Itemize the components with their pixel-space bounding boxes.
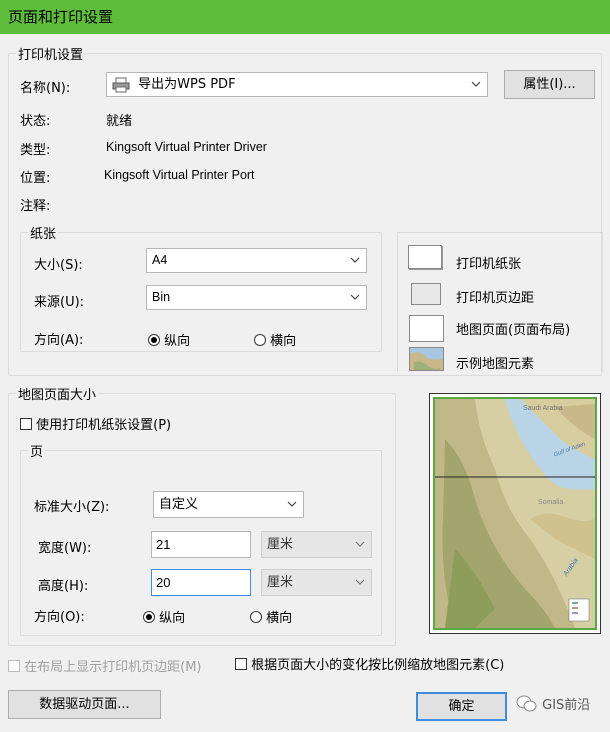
paper-source-value: Bin bbox=[152, 290, 171, 304]
ok-button[interactable]: 确定 bbox=[416, 692, 507, 721]
preview-map: Saudi Arabia Gulf of Aden Somalia Arabia bbox=[433, 397, 597, 630]
map-page-swatch bbox=[409, 315, 444, 342]
paper-orientation-label: 方向(A): bbox=[34, 333, 84, 348]
location-label: 位置: bbox=[20, 171, 51, 186]
paper-portrait-label: 纵向 bbox=[164, 334, 191, 349]
printer-margin-swatch bbox=[411, 283, 441, 305]
show-margins-checkbox[interactable]: 在布局上显示打印机页边距(M) bbox=[8, 656, 202, 675]
map-portrait-label: 纵向 bbox=[159, 611, 186, 626]
map-orientation-label: 方向(O): bbox=[34, 610, 85, 625]
width-input[interactable]: 21 bbox=[151, 531, 251, 558]
printer-icon bbox=[112, 77, 130, 93]
window-title: 页面和打印设置 bbox=[8, 8, 114, 26]
map-page-size-legend: 地图页面大小 bbox=[16, 384, 99, 403]
standard-size-label: 标准大小(Z): bbox=[34, 500, 110, 515]
legend-map-page-label: 地图页面(页面布局) bbox=[456, 323, 571, 338]
paper-size-label: 大小(S): bbox=[34, 258, 83, 273]
preview-label-saudi-arabia: Saudi Arabia bbox=[523, 405, 563, 412]
radio-button[interactable] bbox=[250, 611, 262, 623]
type-label: 类型: bbox=[20, 143, 51, 158]
chevron-down-icon bbox=[355, 532, 365, 566]
radio-button[interactable] bbox=[143, 611, 155, 623]
preview-label-somalia: Somalia bbox=[538, 499, 564, 506]
map-landscape-label: 横向 bbox=[266, 611, 293, 626]
legend-sample-map-label: 示例地图元素 bbox=[456, 357, 535, 372]
radio-button[interactable] bbox=[148, 334, 160, 346]
wechat-icon bbox=[516, 695, 538, 717]
checkbox[interactable] bbox=[8, 660, 20, 672]
width-unit-dropdown[interactable]: 厘米 bbox=[261, 531, 372, 558]
map-landscape-radio[interactable]: 横向 bbox=[250, 607, 292, 626]
printer-setup-legend: 打印机设置 bbox=[16, 44, 86, 63]
paper-portrait-radio[interactable]: 纵向 bbox=[148, 330, 190, 349]
paper-legend: 纸张 bbox=[28, 223, 59, 242]
use-printer-paper-label: 使用打印机纸张设置(P) bbox=[36, 418, 172, 433]
paper-landscape-radio[interactable]: 横向 bbox=[254, 330, 296, 349]
data-driven-pages-button[interactable]: 数据驱动页面... bbox=[8, 690, 161, 719]
watermark-text: GIS前沿 bbox=[542, 698, 591, 713]
height-input[interactable]: 20 bbox=[151, 569, 251, 596]
sample-map-swatch bbox=[409, 347, 444, 371]
type-value: Kingsoft Virtual Printer Driver bbox=[106, 140, 267, 154]
chevron-down-icon bbox=[287, 492, 297, 515]
printer-name-value: 导出为WPS PDF bbox=[138, 77, 236, 92]
show-margins-label: 在布局上显示打印机页边距(M) bbox=[24, 660, 202, 675]
paper-source-label: 来源(U): bbox=[34, 295, 85, 310]
properties-button[interactable]: 属性(I)... bbox=[504, 70, 595, 99]
standard-size-dropdown[interactable]: 自定义 bbox=[153, 491, 304, 518]
legend-printer-margin-label: 打印机页边距 bbox=[456, 291, 535, 306]
page-preview: Saudi Arabia Gulf of Aden Somalia Arabia bbox=[429, 393, 601, 634]
comment-label: 注释: bbox=[20, 199, 51, 214]
paper-landscape-label: 横向 bbox=[270, 334, 297, 349]
chevron-down-icon bbox=[350, 286, 360, 309]
checkbox[interactable] bbox=[235, 658, 247, 670]
chevron-down-icon bbox=[471, 73, 481, 96]
printer-name-label: 名称(N): bbox=[20, 81, 71, 96]
width-label: 宽度(W): bbox=[38, 541, 92, 556]
width-unit-value: 厘米 bbox=[267, 537, 294, 552]
paper-size-value: A4 bbox=[152, 253, 168, 267]
height-unit-value: 厘米 bbox=[267, 575, 294, 590]
height-label: 高度(H): bbox=[38, 579, 89, 594]
location-value: Kingsoft Virtual Printer Port bbox=[104, 168, 255, 182]
paper-size-dropdown[interactable]: A4 bbox=[146, 248, 367, 273]
radio-button[interactable] bbox=[254, 334, 266, 346]
use-printer-paper-checkbox[interactable]: 使用打印机纸张设置(P) bbox=[20, 414, 171, 433]
scale-elements-checkbox[interactable]: 根据页面大小的变化按比例缩放地图元素(C) bbox=[235, 654, 504, 673]
scale-elements-label: 根据页面大小的变化按比例缩放地图元素(C) bbox=[251, 658, 505, 673]
status-value: 就绪 bbox=[106, 114, 133, 129]
status-label: 状态: bbox=[20, 114, 51, 129]
page-subgroup-legend: 页 bbox=[28, 441, 46, 460]
printer-paper-swatch bbox=[408, 245, 442, 269]
chevron-down-icon bbox=[355, 570, 365, 604]
legend-printer-paper-label: 打印机纸张 bbox=[456, 257, 522, 272]
map-portrait-radio[interactable]: 纵向 bbox=[143, 607, 185, 626]
standard-size-value: 自定义 bbox=[159, 497, 199, 512]
watermark: GIS前沿 bbox=[516, 694, 590, 717]
checkbox[interactable] bbox=[20, 418, 32, 430]
paper-source-dropdown[interactable]: Bin bbox=[146, 285, 367, 310]
title-bar[interactable]: 页面和打印设置 bbox=[0, 0, 610, 34]
chevron-down-icon bbox=[350, 249, 360, 272]
height-unit-dropdown[interactable]: 厘米 bbox=[261, 569, 372, 596]
printer-name-dropdown[interactable]: 导出为WPS PDF bbox=[106, 72, 488, 97]
